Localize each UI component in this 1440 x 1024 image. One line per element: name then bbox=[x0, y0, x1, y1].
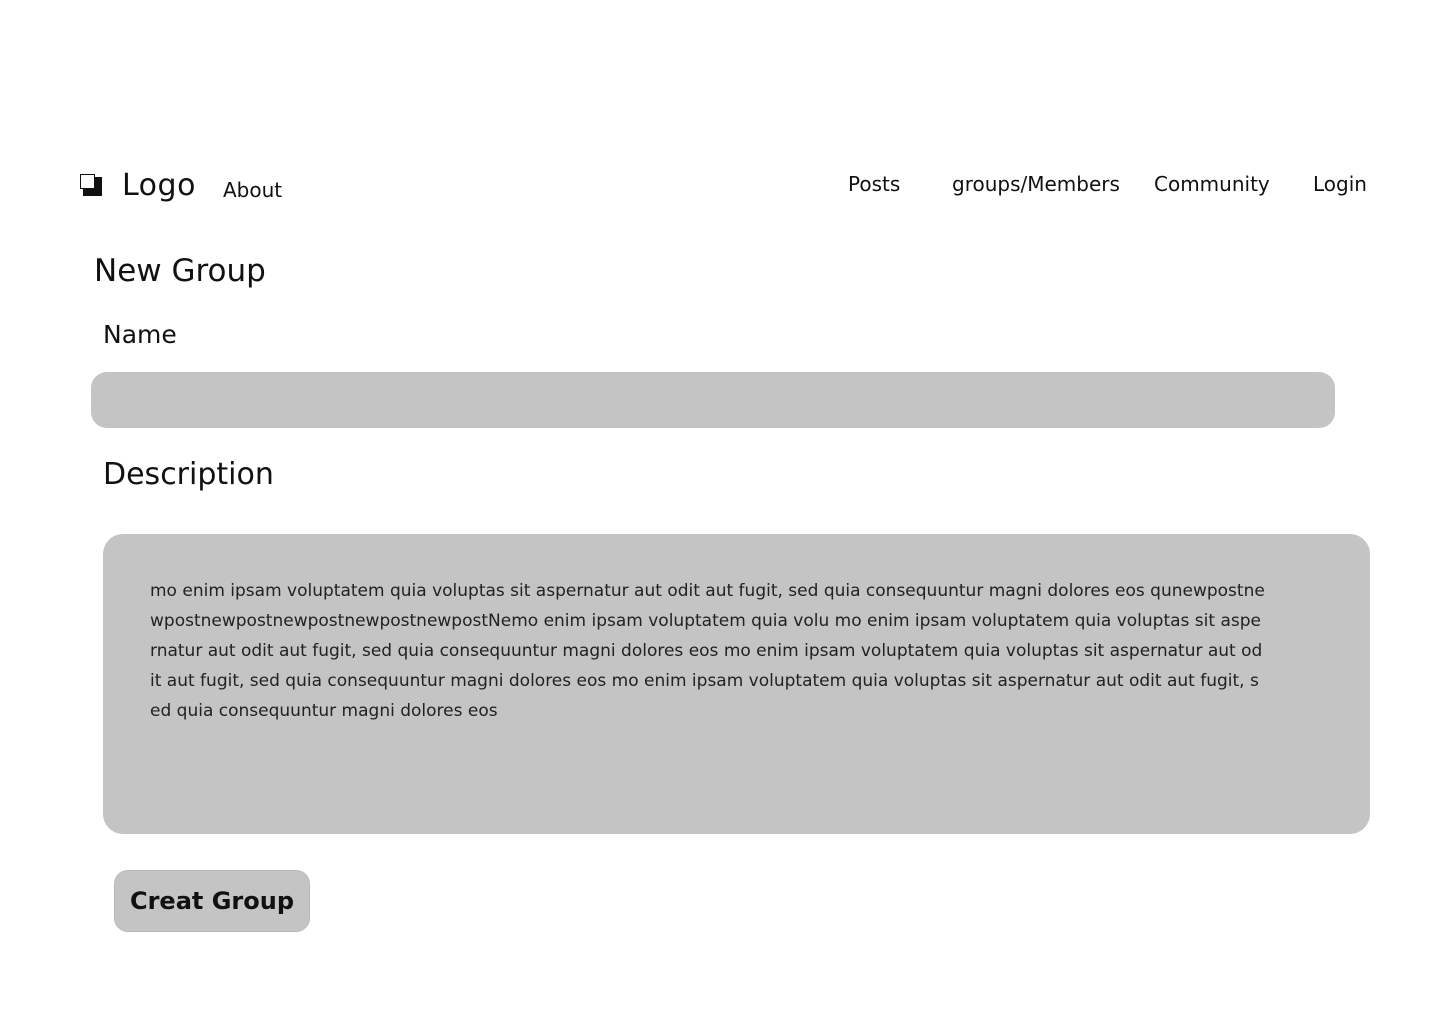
description-text: mo enim ipsam voluptatem quia voluptas s… bbox=[150, 581, 1265, 721]
nav-groups-members-link[interactable]: groups/Members bbox=[952, 172, 1120, 196]
description-label: Description bbox=[103, 457, 274, 492]
logo[interactable]: Logo bbox=[80, 168, 196, 203]
page-title: New Group bbox=[94, 253, 266, 289]
logo-square-icon bbox=[80, 173, 104, 198]
logo-text: Logo bbox=[122, 168, 196, 203]
nav-community-link[interactable]: Community bbox=[1154, 172, 1270, 196]
description-textarea[interactable]: mo enim ipsam voluptatem quia voluptas s… bbox=[103, 534, 1370, 834]
nav-posts-link[interactable]: Posts bbox=[848, 172, 900, 196]
name-input[interactable] bbox=[91, 372, 1335, 428]
name-label: Name bbox=[103, 320, 177, 349]
nav-about-link[interactable]: About bbox=[223, 178, 282, 202]
nav-login-link[interactable]: Login bbox=[1313, 172, 1367, 196]
create-group-button[interactable]: Creat Group bbox=[114, 870, 310, 932]
